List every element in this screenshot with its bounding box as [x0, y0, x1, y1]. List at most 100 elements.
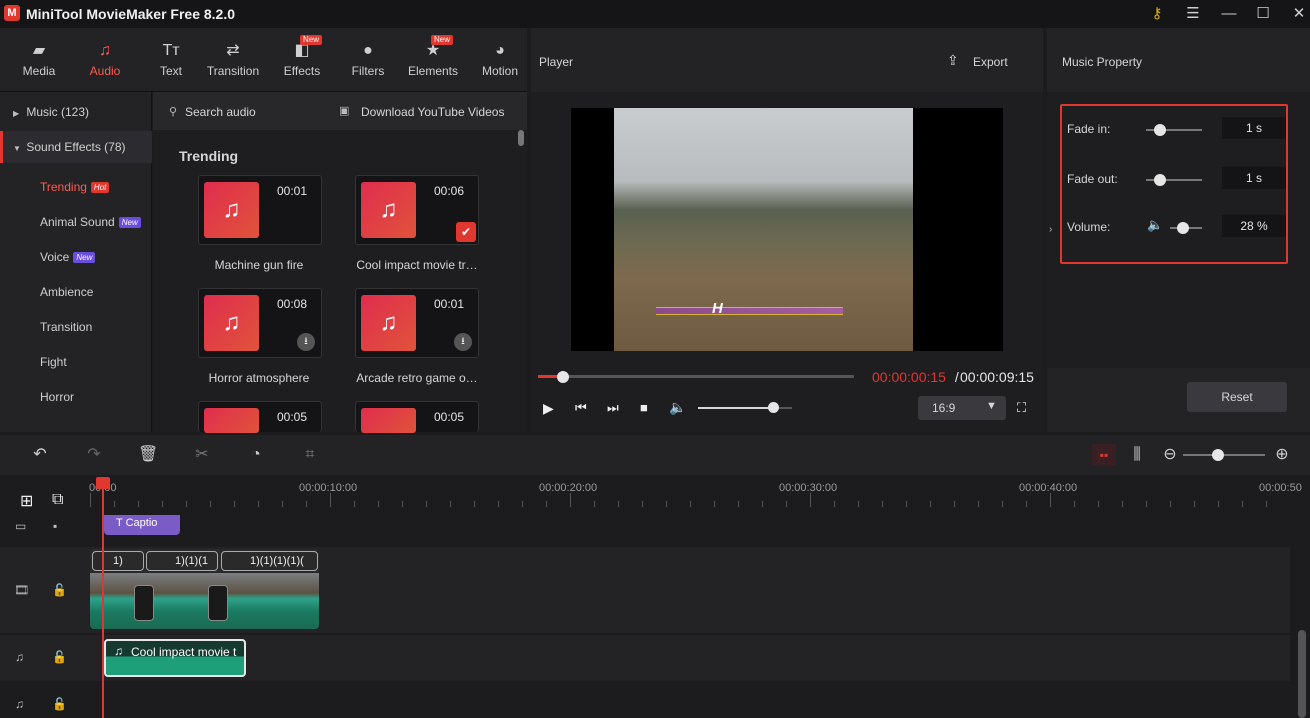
delete-icon[interactable]: 🗑: [138, 445, 158, 465]
caption-clip[interactable]: T Captio: [104, 515, 180, 535]
subcategory-ambience[interactable]: Ambience: [40, 285, 93, 299]
ruler-tick: [474, 501, 475, 507]
volume-value[interactable]: 28 %: [1222, 215, 1286, 237]
crop-icon[interactable]: ⌗: [300, 445, 320, 465]
transition-marker[interactable]: [134, 585, 154, 621]
scrollbar[interactable]: [518, 130, 524, 146]
lock-icon[interactable]: 🔓: [52, 697, 67, 711]
transition-icon: ⇄: [226, 42, 240, 59]
zoom-knob[interactable]: [1212, 449, 1224, 461]
fade-out-knob[interactable]: [1154, 174, 1166, 186]
volume-knob[interactable]: [768, 402, 780, 413]
audio-card[interactable]: ♫ 00:01 ⭳: [355, 288, 479, 358]
fade-in-value[interactable]: 1 s: [1222, 117, 1286, 139]
download-icon[interactable]: ⭳: [297, 333, 315, 351]
video-clip[interactable]: 1)(1)(1)(1)(: [221, 551, 318, 571]
music-property-panel: Music Property › Fade in: 1 s Fade out: …: [1047, 28, 1310, 432]
category-sound-effects[interactable]: ▼ Sound Effects (78): [0, 131, 152, 163]
ruler-label: 00:00:20:00: [539, 482, 598, 494]
audio-card[interactable]: ♫ 00:01: [198, 175, 322, 245]
tab-filters[interactable]: ● Filters: [343, 28, 393, 92]
video-clip[interactable]: 1): [92, 551, 144, 571]
tab-transition[interactable]: ⇄ Transition: [202, 28, 264, 92]
search-icon: ⚲: [169, 106, 178, 118]
subcategory-horror[interactable]: Horror: [40, 390, 74, 404]
ruler-tick: [546, 501, 547, 507]
minimize-button[interactable]: —: [1218, 3, 1240, 25]
playback-progress-bar[interactable]: [538, 371, 854, 383]
video-clip[interactable]: 1)(1)(1: [146, 551, 218, 571]
duration: 00:01: [433, 297, 464, 311]
undo-icon[interactable]: ↶: [30, 445, 50, 465]
tab-elements[interactable]: New ★ Elements: [404, 28, 462, 92]
next-frame-button[interactable]: ⏭: [607, 400, 619, 416]
audio-card[interactable]: 00:05: [355, 401, 479, 433]
ruler-tick: [330, 493, 331, 507]
subcategory-animal-sound[interactable]: Animal Sound New: [40, 215, 141, 229]
volume-slider[interactable]: [698, 402, 792, 413]
snap-icon[interactable]: ▪▪: [1092, 444, 1116, 466]
add-track-icon[interactable]: ⊞: [20, 491, 33, 511]
volume-property-knob[interactable]: [1177, 222, 1189, 234]
audio-card[interactable]: ♫ 00:08 ⭳: [198, 288, 322, 358]
fade-in-knob[interactable]: [1154, 124, 1166, 136]
transition-marker[interactable]: [208, 585, 228, 621]
tab-text[interactable]: Tт Text: [146, 28, 196, 92]
fit-timeline-icon[interactable]: ⫼: [1127, 445, 1147, 465]
split-icon[interactable]: ✂: [192, 445, 212, 465]
time-ruler[interactable]: 00:00 00:00:10:00 00:00:20:00 00:00:30:0…: [0, 475, 1310, 515]
playhead[interactable]: [102, 477, 104, 718]
hot-tag: Hot: [90, 182, 110, 194]
subcategory-fight[interactable]: Fight: [40, 355, 67, 369]
search-audio-input[interactable]: Search audio: [185, 105, 256, 119]
category-music[interactable]: ▶ Music (123): [0, 96, 152, 128]
music-note-icon: ♫: [114, 644, 123, 658]
export-icon: ⇪: [947, 52, 959, 68]
check-icon[interactable]: ✔: [456, 222, 476, 242]
tab-media[interactable]: ▰ Media: [14, 28, 64, 92]
tab-audio[interactable]: ♫ Audio: [80, 28, 130, 92]
audio-card[interactable]: ♫ 00:06 ✔: [355, 175, 479, 245]
reset-button[interactable]: Reset: [1187, 382, 1287, 412]
maximize-button[interactable]: ☐: [1252, 3, 1274, 25]
stop-button[interactable]: ■: [640, 400, 648, 415]
category-panel: ▶ Music (123) ▼ Sound Effects (78) Trend…: [0, 92, 152, 432]
fade-out-value[interactable]: 1 s: [1222, 167, 1286, 189]
subcategory-voice[interactable]: Voice New: [40, 250, 96, 264]
fullscreen-icon[interactable]: ⛶: [1017, 400, 1026, 416]
volume-icon[interactable]: 🔈: [669, 399, 686, 416]
download-icon[interactable]: ⭳: [454, 333, 472, 351]
tab-motion[interactable]: ◕ Motion: [476, 28, 524, 92]
lock-icon[interactable]: ▪: [53, 519, 57, 533]
volume-fill: [698, 407, 774, 409]
zoom-slider[interactable]: [1183, 454, 1265, 456]
menu-icon[interactable]: ☰: [1182, 3, 1204, 25]
subcategory-trending[interactable]: Trending Hot: [40, 180, 110, 194]
redo-icon[interactable]: ↷: [84, 445, 104, 465]
zoom-out-icon[interactable]: ⊖: [1160, 445, 1180, 465]
progress-knob[interactable]: [557, 371, 570, 383]
lock-icon[interactable]: 🔓: [52, 583, 67, 597]
audio-card[interactable]: 00:05: [198, 401, 322, 433]
text-icon: T: [116, 517, 126, 529]
timeline-scrollbar[interactable]: [1298, 630, 1306, 718]
key-icon[interactable]: ⚷: [1146, 3, 1168, 25]
collapse-panel-icon[interactable]: ›: [1049, 224, 1052, 235]
previous-frame-button[interactable]: ⏮: [575, 400, 587, 416]
export-button[interactable]: Export: [973, 55, 1008, 69]
player-header: Player ⇪ Export: [531, 28, 1043, 92]
download-youtube-button[interactable]: Download YouTube Videos: [361, 105, 504, 119]
speed-icon[interactable]: ◔: [246, 445, 266, 465]
close-button[interactable]: ✕: [1288, 3, 1310, 25]
playhead-handle[interactable]: [96, 477, 110, 489]
zoom-in-icon[interactable]: ⊕: [1272, 445, 1292, 465]
track-manager-icon[interactable]: ⧉: [52, 491, 63, 509]
play-button[interactable]: ▶: [543, 400, 554, 417]
tab-effects[interactable]: New ◧ Effects: [277, 28, 327, 92]
aspect-ratio-select[interactable]: 16:9 ▼: [918, 396, 1006, 420]
lock-icon[interactable]: 🔓: [52, 650, 67, 664]
music-note-icon: [204, 408, 259, 433]
audio-clip[interactable]: ♫ Cool impact movie t: [104, 639, 246, 677]
subcategory-transition[interactable]: Transition: [40, 320, 92, 334]
filters-icon: ●: [363, 42, 373, 59]
